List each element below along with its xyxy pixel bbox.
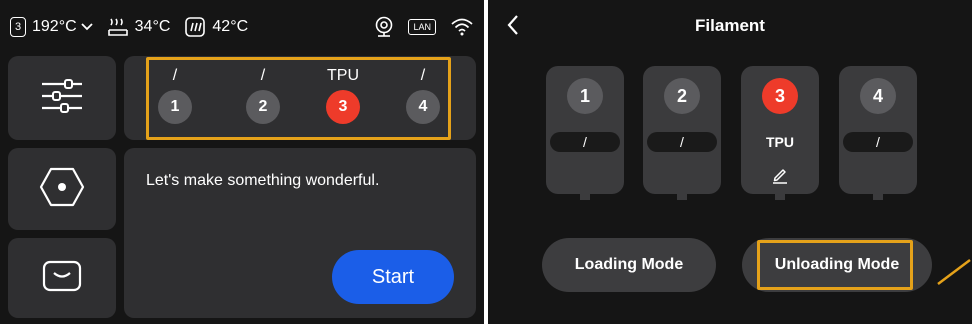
nozzle-status: 3 192°C (10, 17, 93, 37)
slot-number: 3 (326, 90, 360, 124)
slot-number: 4 (406, 90, 440, 124)
spool-4[interactable]: 4 / (839, 66, 917, 200)
slot-2[interactable]: / 2 (241, 66, 285, 124)
pointer-line (936, 258, 972, 291)
lan-icon: LAN (408, 19, 436, 35)
slot-material-label: / (260, 67, 266, 84)
spool-material: / (550, 132, 620, 152)
hexagon-nozzle-icon (39, 167, 85, 212)
start-button[interactable]: Start (332, 250, 454, 304)
nozzle-temp: 192°C (32, 18, 77, 35)
chamber-heat-icon (184, 16, 206, 38)
slot-number: 2 (246, 90, 280, 124)
spool-material: / (843, 132, 913, 152)
tray-icon (42, 260, 82, 297)
nozzle-tile[interactable] (8, 148, 116, 230)
spool-foot (775, 194, 785, 200)
slot-material-label: TPU (327, 67, 359, 84)
spool-number: 2 (664, 78, 700, 114)
slot-4[interactable]: / 4 (401, 66, 445, 124)
message-panel: Let's make something wonderful. Start (124, 148, 476, 318)
page-title: Filament (695, 16, 765, 35)
camera-icon[interactable] (374, 16, 394, 38)
loading-mode-button[interactable]: Loading Mode (542, 238, 716, 292)
spool-foot (873, 194, 883, 200)
status-bar: 3 192°C 34°C 42°C LAN (10, 12, 474, 42)
spool-foot (677, 194, 687, 200)
edit-pencil-icon[interactable] (771, 166, 789, 189)
bed-temp: 34°C (134, 18, 171, 35)
nozzle-index-badge: 3 (10, 17, 26, 37)
spool-number: 1 (567, 78, 603, 114)
bed-status: 34°C (107, 16, 171, 38)
filament-screen: Filament 1 / 2 / 3 TPU 4 / Loading Mode … (488, 0, 972, 324)
build-plate-tile[interactable] (8, 238, 116, 318)
spool-2[interactable]: 2 / (643, 66, 721, 200)
spool-material: / (647, 132, 717, 152)
spool-foot (580, 194, 590, 200)
slot-1[interactable]: / 1 (153, 66, 197, 124)
welcome-message: Let's make something wonderful. (146, 172, 380, 189)
home-screen: 3 192°C 34°C 42°C LAN / 1 / 2 TPU 3 / 4 … (0, 0, 484, 324)
spool-number: 4 (860, 78, 896, 114)
chamber-status: 42°C (184, 16, 248, 38)
adjust-settings-tile[interactable] (8, 56, 116, 140)
filament-slots-tile[interactable]: / 1 / 2 TPU 3 / 4 (124, 56, 476, 140)
slot-material-label: / (420, 67, 426, 84)
slot-material-label: / (172, 67, 178, 84)
spool-material: TPU (766, 134, 794, 150)
slot-number: 1 (158, 90, 192, 124)
chevron-down-icon[interactable] (81, 23, 93, 31)
bed-heat-icon (107, 16, 129, 38)
spool-number: 3 (762, 78, 798, 114)
wifi-icon[interactable] (450, 17, 474, 37)
spool-1[interactable]: 1 / (546, 66, 624, 200)
unloading-mode-button[interactable]: Unloading Mode (742, 238, 932, 292)
chamber-temp: 42°C (212, 18, 249, 35)
spool-3[interactable]: 3 TPU (741, 66, 819, 200)
sliders-icon (40, 78, 84, 118)
slot-3[interactable]: TPU 3 (321, 66, 365, 124)
